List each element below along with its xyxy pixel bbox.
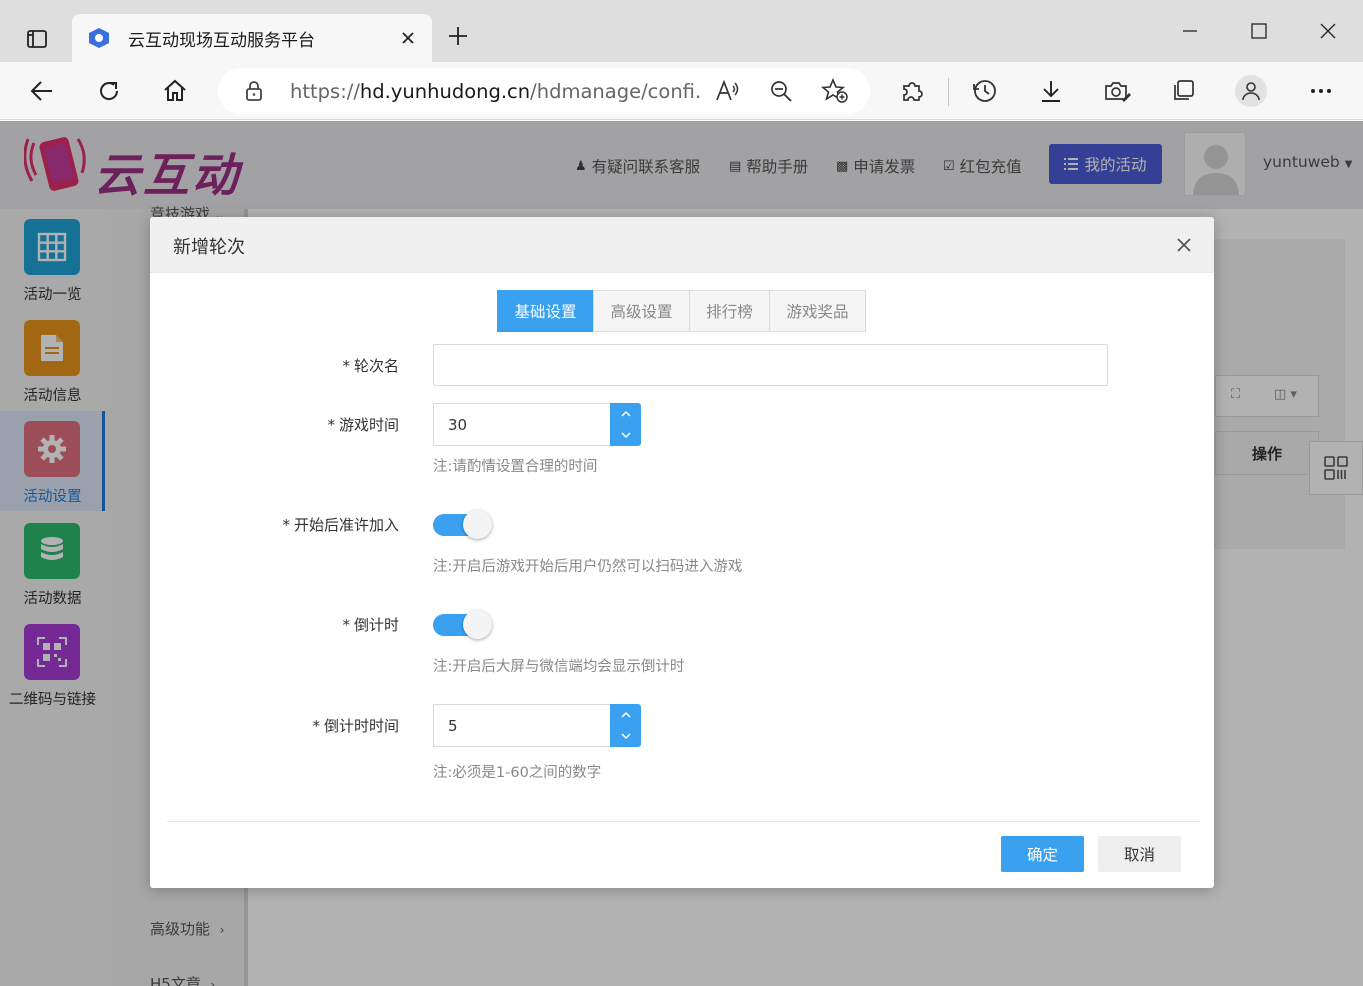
settings-more-button[interactable]	[1303, 73, 1339, 109]
window-close-button[interactable]	[1311, 14, 1345, 48]
tab-basic-settings[interactable]: 基础设置	[497, 290, 594, 332]
countdown-time-label-text: 倒计时时间	[323, 717, 399, 735]
dialog-title: 新增轮次	[173, 237, 245, 258]
round-name-label-text: 轮次名	[353, 357, 399, 375]
address-bar[interactable]: https://hd.yunhudong.cn/hdmanage/confi..…	[218, 68, 870, 114]
decrement-button[interactable]	[610, 726, 641, 747]
plus-icon	[449, 27, 467, 45]
profile-button[interactable]	[1233, 73, 1269, 109]
increment-button[interactable]	[610, 403, 641, 424]
countdown-time-label: * 倒计时时间	[312, 717, 399, 735]
extensions-button[interactable]	[894, 73, 930, 109]
refresh-icon	[100, 82, 119, 100]
toolbar-separator	[948, 78, 949, 106]
chevron-down-icon	[620, 432, 631, 439]
camera-edit-icon	[1105, 82, 1131, 102]
refresh-button[interactable]	[91, 73, 127, 109]
tab-actions-icon	[27, 30, 47, 48]
confirm-button[interactable]: 确定	[1001, 836, 1084, 872]
countdown-time-note: 注:必须是1-60之间的数字	[433, 765, 602, 781]
countdown-time-input[interactable]	[433, 704, 611, 747]
url-scheme: https://	[290, 80, 360, 103]
lock-icon	[246, 81, 262, 101]
collections-button[interactable]	[1165, 73, 1201, 109]
read-aloud-icon	[716, 79, 739, 101]
web-capture-button[interactable]	[1099, 73, 1135, 109]
person-icon	[1242, 82, 1260, 101]
url-path: /hdmanage/confi...	[530, 80, 702, 103]
countdown-time-stepper	[433, 704, 641, 747]
countdown-label-text: 倒计时	[353, 616, 399, 634]
dialog-tabs: 基础设置 高级设置 排行榜 游戏奖品	[497, 290, 866, 332]
allow-join-note: 注:开启后游戏开始后用户仍然可以扫码进入游戏	[433, 559, 743, 575]
history-icon	[973, 80, 996, 102]
browser-tab-bar: 云互动现场互动服务平台	[0, 0, 1363, 62]
read-aloud-button[interactable]	[714, 77, 742, 105]
maximize-icon	[1251, 23, 1267, 39]
star-add-icon	[821, 78, 848, 103]
zoom-out-button[interactable]	[767, 77, 795, 105]
game-time-label: * 游戏时间	[327, 416, 399, 434]
dialog-close-button[interactable]	[1172, 233, 1196, 257]
site-info-button[interactable]	[242, 79, 266, 103]
back-button[interactable]	[24, 73, 60, 109]
toggle-knob	[463, 510, 492, 539]
url-host: hd.yunhudong.cn	[359, 80, 531, 103]
allow-join-label: * 开始后准许加入	[282, 516, 399, 534]
downloads-button[interactable]	[1033, 73, 1069, 109]
zoom-out-icon	[771, 81, 792, 102]
chevron-up-icon	[620, 711, 631, 718]
favorites-add-button[interactable]	[821, 77, 849, 105]
puzzle-icon	[903, 82, 923, 101]
game-time-input[interactable]	[433, 403, 611, 446]
allow-join-toggle[interactable]	[433, 510, 492, 539]
game-time-label-text: 游戏时间	[338, 416, 399, 434]
toggle-knob	[463, 610, 492, 639]
browser-toolbar: https://hd.yunhudong.cn/hdmanage/confi..…	[0, 62, 1363, 120]
tab-close-button[interactable]	[396, 26, 420, 50]
site-favicon-icon	[89, 28, 109, 48]
round-name-label: * 轮次名	[342, 357, 399, 375]
more-horizontal-icon	[1311, 89, 1331, 93]
round-name-input[interactable]	[433, 344, 1108, 386]
download-icon	[1042, 81, 1060, 102]
tab-title: 云互动现场互动服务平台	[128, 31, 315, 51]
game-time-stepper-buttons	[610, 403, 641, 446]
arrow-left-icon	[30, 81, 52, 101]
profile-avatar	[1235, 75, 1267, 107]
dialog-header: 新增轮次	[150, 217, 1214, 273]
countdown-note: 注:开启后大屏与微信端均会显示倒计时	[433, 659, 685, 675]
game-time-stepper	[433, 403, 641, 446]
game-time-note: 注:请酌情设置合理的时间	[433, 459, 598, 475]
dialog-footer-divider	[167, 821, 1199, 822]
maximize-button[interactable]	[1242, 14, 1276, 48]
tab-advanced-settings[interactable]: 高级设置	[593, 290, 690, 332]
new-tab-button[interactable]	[444, 22, 472, 50]
close-icon	[1320, 23, 1336, 39]
home-icon	[164, 79, 186, 101]
url-text[interactable]: https://hd.yunhudong.cn/hdmanage/confi..…	[290, 80, 702, 103]
cancel-button[interactable]: 取消	[1098, 836, 1181, 872]
history-button[interactable]	[967, 73, 1003, 109]
tab-actions-button[interactable]	[20, 22, 54, 56]
tab-game-prizes[interactable]: 游戏奖品	[769, 290, 866, 332]
home-button[interactable]	[157, 73, 193, 109]
countdown-label: * 倒计时	[342, 616, 399, 634]
minimize-button[interactable]	[1173, 14, 1207, 48]
browser-tab-active[interactable]: 云互动现场互动服务平台	[72, 14, 432, 62]
countdown-toggle[interactable]	[433, 610, 492, 639]
close-icon	[1177, 238, 1191, 252]
close-icon	[402, 32, 414, 44]
countdown-time-stepper-buttons	[610, 704, 641, 747]
chevron-down-icon	[620, 733, 631, 740]
minimize-icon	[1183, 30, 1197, 32]
decrement-button[interactable]	[610, 425, 641, 446]
collections-icon	[1174, 80, 1194, 100]
increment-button[interactable]	[610, 704, 641, 725]
chevron-up-icon	[620, 410, 631, 417]
tab-leaderboard[interactable]: 排行榜	[689, 290, 770, 332]
add-round-dialog: 新增轮次 基础设置 高级设置 排行榜 游戏奖品 *轮次名 *游戏时间 注:请酌情…	[150, 217, 1214, 888]
allow-join-label-text: 开始后准许加入	[293, 516, 399, 534]
